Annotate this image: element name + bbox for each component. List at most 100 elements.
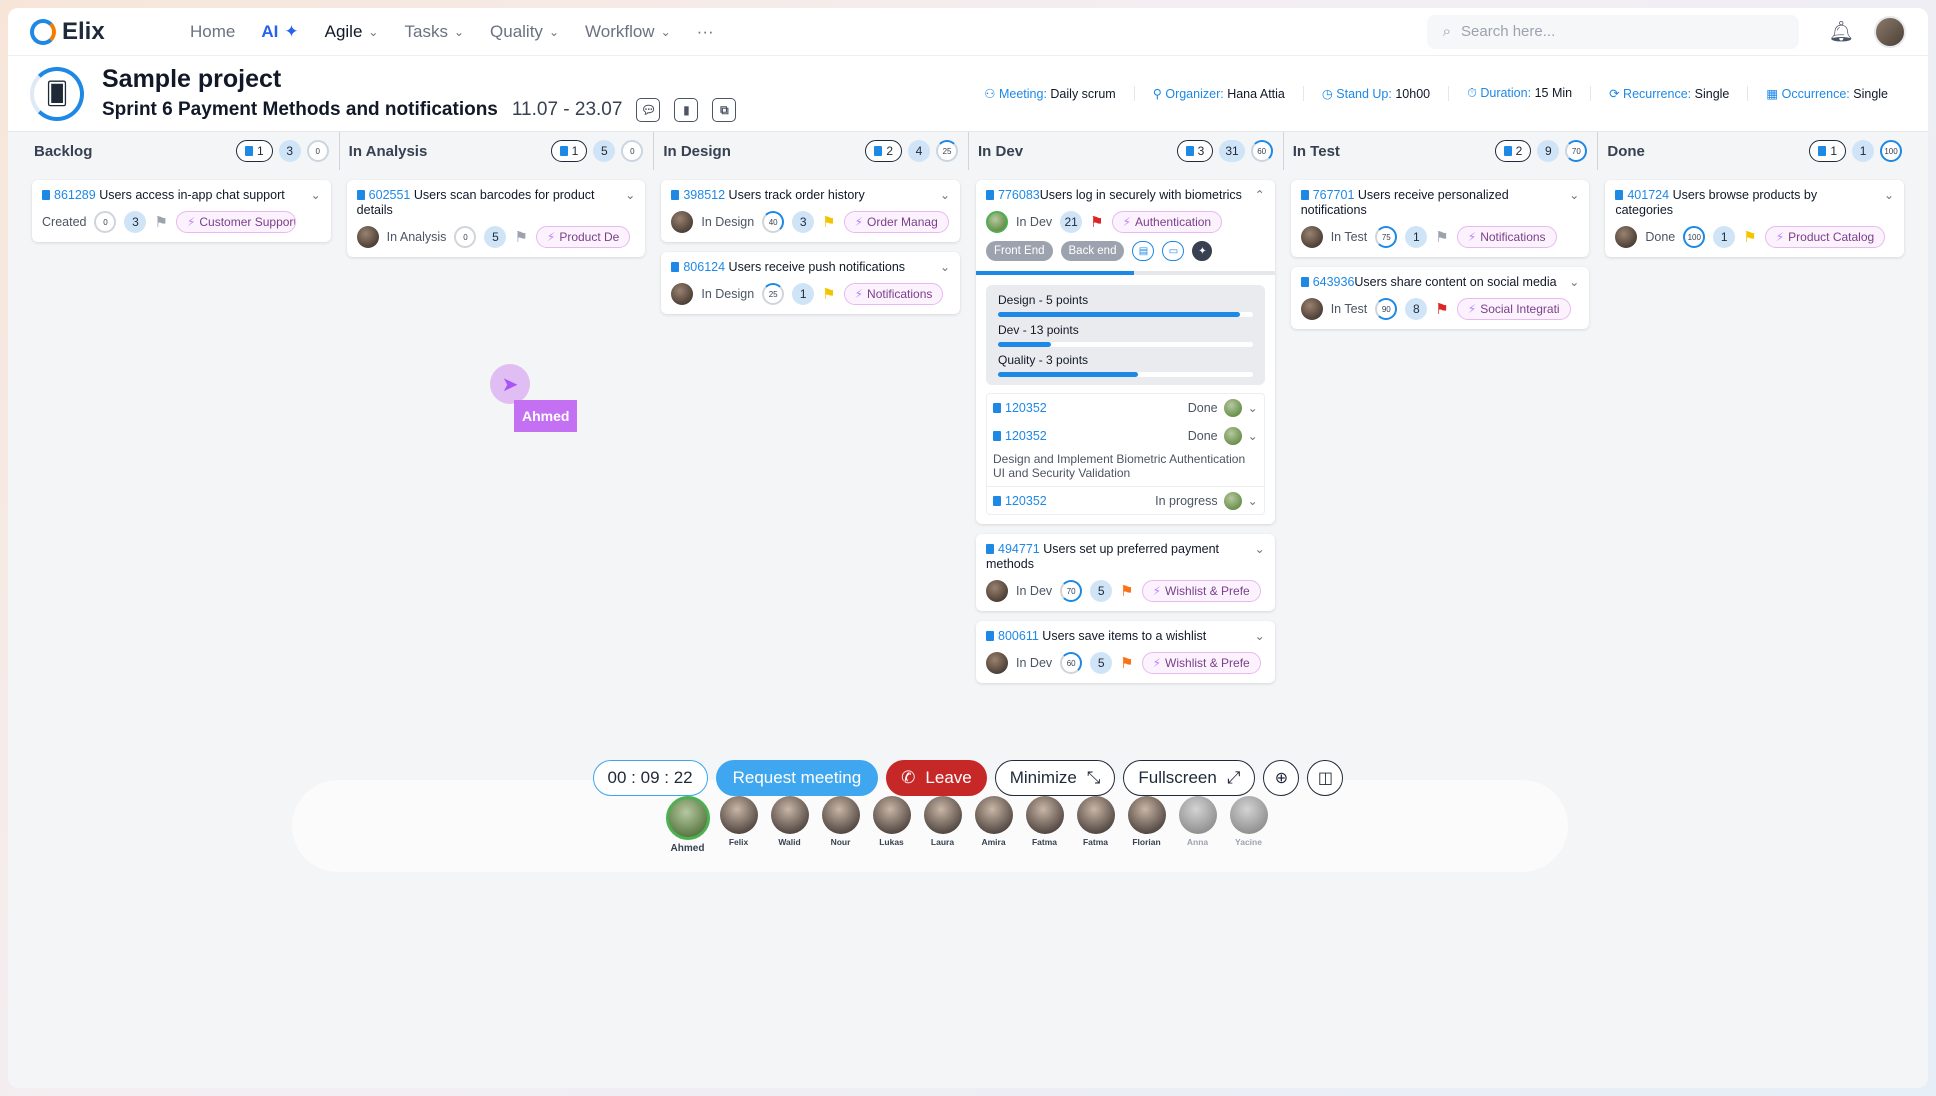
chart-icon[interactable]: ▮	[674, 98, 698, 122]
story-card[interactable]: 398512 Users track order history ⌄ In De…	[661, 180, 960, 242]
participant[interactable]: Fatma	[1073, 796, 1119, 854]
story-card[interactable]: 806124 Users receive push notifications …	[661, 252, 960, 314]
chevron-down-icon[interactable]: ⌄	[1884, 188, 1894, 202]
chevron-down-icon[interactable]: ⌄	[625, 188, 635, 202]
assignee-avatar[interactable]	[986, 652, 1008, 674]
subtask-id[interactable]: 120352	[1005, 494, 1047, 508]
side-panel-button[interactable]: ◫	[1307, 760, 1343, 796]
assignee-avatar[interactable]	[671, 211, 693, 233]
epic-tag[interactable]: ⚡︎Order Manag	[844, 211, 949, 233]
board-icon[interactable]: ⧉	[712, 98, 736, 122]
nav-workflow[interactable]: Workflow⌄	[585, 22, 671, 42]
flag-icon[interactable]: ⚑	[1743, 228, 1756, 246]
story-card[interactable]: 643936Users share content on social medi…	[1291, 267, 1590, 329]
flag-icon[interactable]: ⚑	[1120, 582, 1133, 600]
flag-icon[interactable]: ⚑	[154, 213, 167, 231]
chat-add-button[interactable]: ⊕	[1263, 760, 1299, 796]
card-id[interactable]: 800611	[998, 629, 1039, 643]
comment-icon[interactable]: ▤	[1132, 241, 1154, 261]
epic-tag[interactable]: ⚡︎Notifications	[1457, 226, 1557, 248]
assignee-avatar[interactable]	[1301, 298, 1323, 320]
card-id[interactable]: 398512	[683, 188, 725, 202]
assignee-avatar[interactable]	[1301, 226, 1323, 248]
epic-tag[interactable]: ⚡︎Authentication	[1112, 211, 1223, 233]
participant[interactable]: Walid	[767, 796, 813, 854]
participant[interactable]: Nour	[818, 796, 864, 854]
card-id[interactable]: 861289	[54, 188, 96, 202]
assignee-avatar[interactable]	[357, 226, 379, 248]
assignee-avatar[interactable]	[1615, 226, 1637, 248]
epic-tag[interactable]: ⚡︎Customer Support	[176, 211, 296, 233]
chevron-down-icon[interactable]: ⌄	[1569, 275, 1579, 289]
card-id[interactable]: 776083	[998, 188, 1040, 202]
epic-tag[interactable]: ⚡︎Wishlist & Prefe	[1142, 580, 1261, 602]
flag-icon[interactable]: ⚑	[822, 285, 835, 303]
chevron-up-icon[interactable]: ⌃	[1255, 188, 1265, 202]
nav-tasks[interactable]: Tasks⌄	[404, 22, 464, 42]
label-chip[interactable]: Back end	[1061, 241, 1125, 261]
chat-bubbles-icon[interactable]: ▭	[1162, 241, 1184, 261]
participant[interactable]: Yacine	[1226, 796, 1272, 854]
fullscreen-button[interactable]: Fullscreen⤢	[1123, 760, 1255, 796]
card-id[interactable]: 602551	[369, 188, 411, 202]
card-id[interactable]: 643936	[1313, 275, 1355, 289]
chevron-down-icon[interactable]: ⌄	[940, 260, 950, 274]
participant[interactable]: Lukas	[869, 796, 915, 854]
leave-button[interactable]: ✆Leave	[886, 760, 987, 796]
logo[interactable]: Elix	[30, 18, 190, 46]
search-input[interactable]: ⌕ Search here...	[1427, 15, 1799, 49]
chevron-down-icon[interactable]: ⌄	[1569, 188, 1579, 202]
flag-icon[interactable]: ⚑	[1435, 300, 1448, 318]
epic-tag[interactable]: ⚡︎Product Catalog	[1765, 226, 1885, 248]
participant[interactable]: Ahmed	[665, 796, 711, 854]
participant[interactable]: Felix	[716, 796, 762, 854]
card-id[interactable]: 806124	[683, 260, 725, 274]
nav-more[interactable]: ···	[697, 22, 714, 42]
assignee-avatar[interactable]	[671, 283, 693, 305]
participant[interactable]: Fatma	[1022, 796, 1068, 854]
ai-assist-icon[interactable]: ✦	[1192, 241, 1212, 261]
story-card[interactable]: 401724 Users browse products by categori…	[1605, 180, 1904, 257]
epic-tag[interactable]: ⚡︎Wishlist & Prefe	[1142, 652, 1261, 674]
chevron-down-icon[interactable]: ⌄	[1255, 542, 1265, 556]
subtask-row[interactable]: 120352Done⌄	[987, 394, 1264, 422]
chevron-down-icon[interactable]: ⌄	[1255, 629, 1265, 643]
chevron-down-icon[interactable]: ⌄	[1248, 401, 1258, 415]
flag-icon[interactable]: ⚑	[822, 213, 835, 231]
chevron-down-icon[interactable]: ⌄	[1248, 429, 1258, 443]
epic-tag[interactable]: ⚡︎Notifications	[844, 283, 944, 305]
flag-icon[interactable]: ⚑	[1090, 213, 1103, 231]
nav-ai[interactable]: AI✦	[261, 22, 298, 42]
participant[interactable]: Amira	[971, 796, 1017, 854]
story-card[interactable]: 602551 Users scan barcodes for product d…	[347, 180, 646, 257]
bell-icon[interactable]: 🔔︎	[1829, 19, 1854, 44]
minimize-button[interactable]: Minimize⤡	[995, 760, 1116, 796]
user-avatar[interactable]	[1874, 16, 1906, 48]
story-card[interactable]: 861289 Users access in-app chat support …	[32, 180, 331, 242]
participant[interactable]: Anna	[1175, 796, 1221, 854]
assignee-avatar[interactable]	[986, 580, 1008, 602]
epic-tag[interactable]: ⚡︎Product De	[536, 226, 630, 248]
assignee-avatar[interactable]	[986, 211, 1008, 233]
nav-agile[interactable]: Agile⌄	[325, 22, 379, 42]
card-id[interactable]: 401724	[1627, 188, 1669, 202]
flag-icon[interactable]: ⚑	[1435, 228, 1448, 246]
card-id[interactable]: 767701	[1313, 188, 1355, 202]
nav-quality[interactable]: Quality⌄	[490, 22, 559, 42]
flag-icon[interactable]: ⚑	[1120, 654, 1133, 672]
subtask-row[interactable]: 120352In progress⌄	[987, 486, 1264, 514]
card-id[interactable]: 494771	[998, 542, 1040, 556]
chevron-down-icon[interactable]: ⌄	[311, 188, 321, 202]
chevron-down-icon[interactable]: ⌄	[1248, 494, 1258, 508]
subtask-id[interactable]: 120352	[1005, 429, 1047, 443]
chevron-down-icon[interactable]: ⌄	[940, 188, 950, 202]
label-chip[interactable]: Front End	[986, 241, 1053, 261]
story-card[interactable]: 494771 Users set up preferred payment me…	[976, 534, 1275, 611]
participant[interactable]: Florian	[1124, 796, 1170, 854]
subtask-row[interactable]: 120352Done⌄	[987, 422, 1264, 450]
flag-icon[interactable]: ⚑	[514, 228, 527, 246]
request-meeting-button[interactable]: Request meeting	[716, 760, 879, 796]
nav-home[interactable]: Home	[190, 22, 235, 42]
subtask-id[interactable]: 120352	[1005, 401, 1047, 415]
epic-tag[interactable]: ⚡︎Social Integrati	[1457, 298, 1571, 320]
